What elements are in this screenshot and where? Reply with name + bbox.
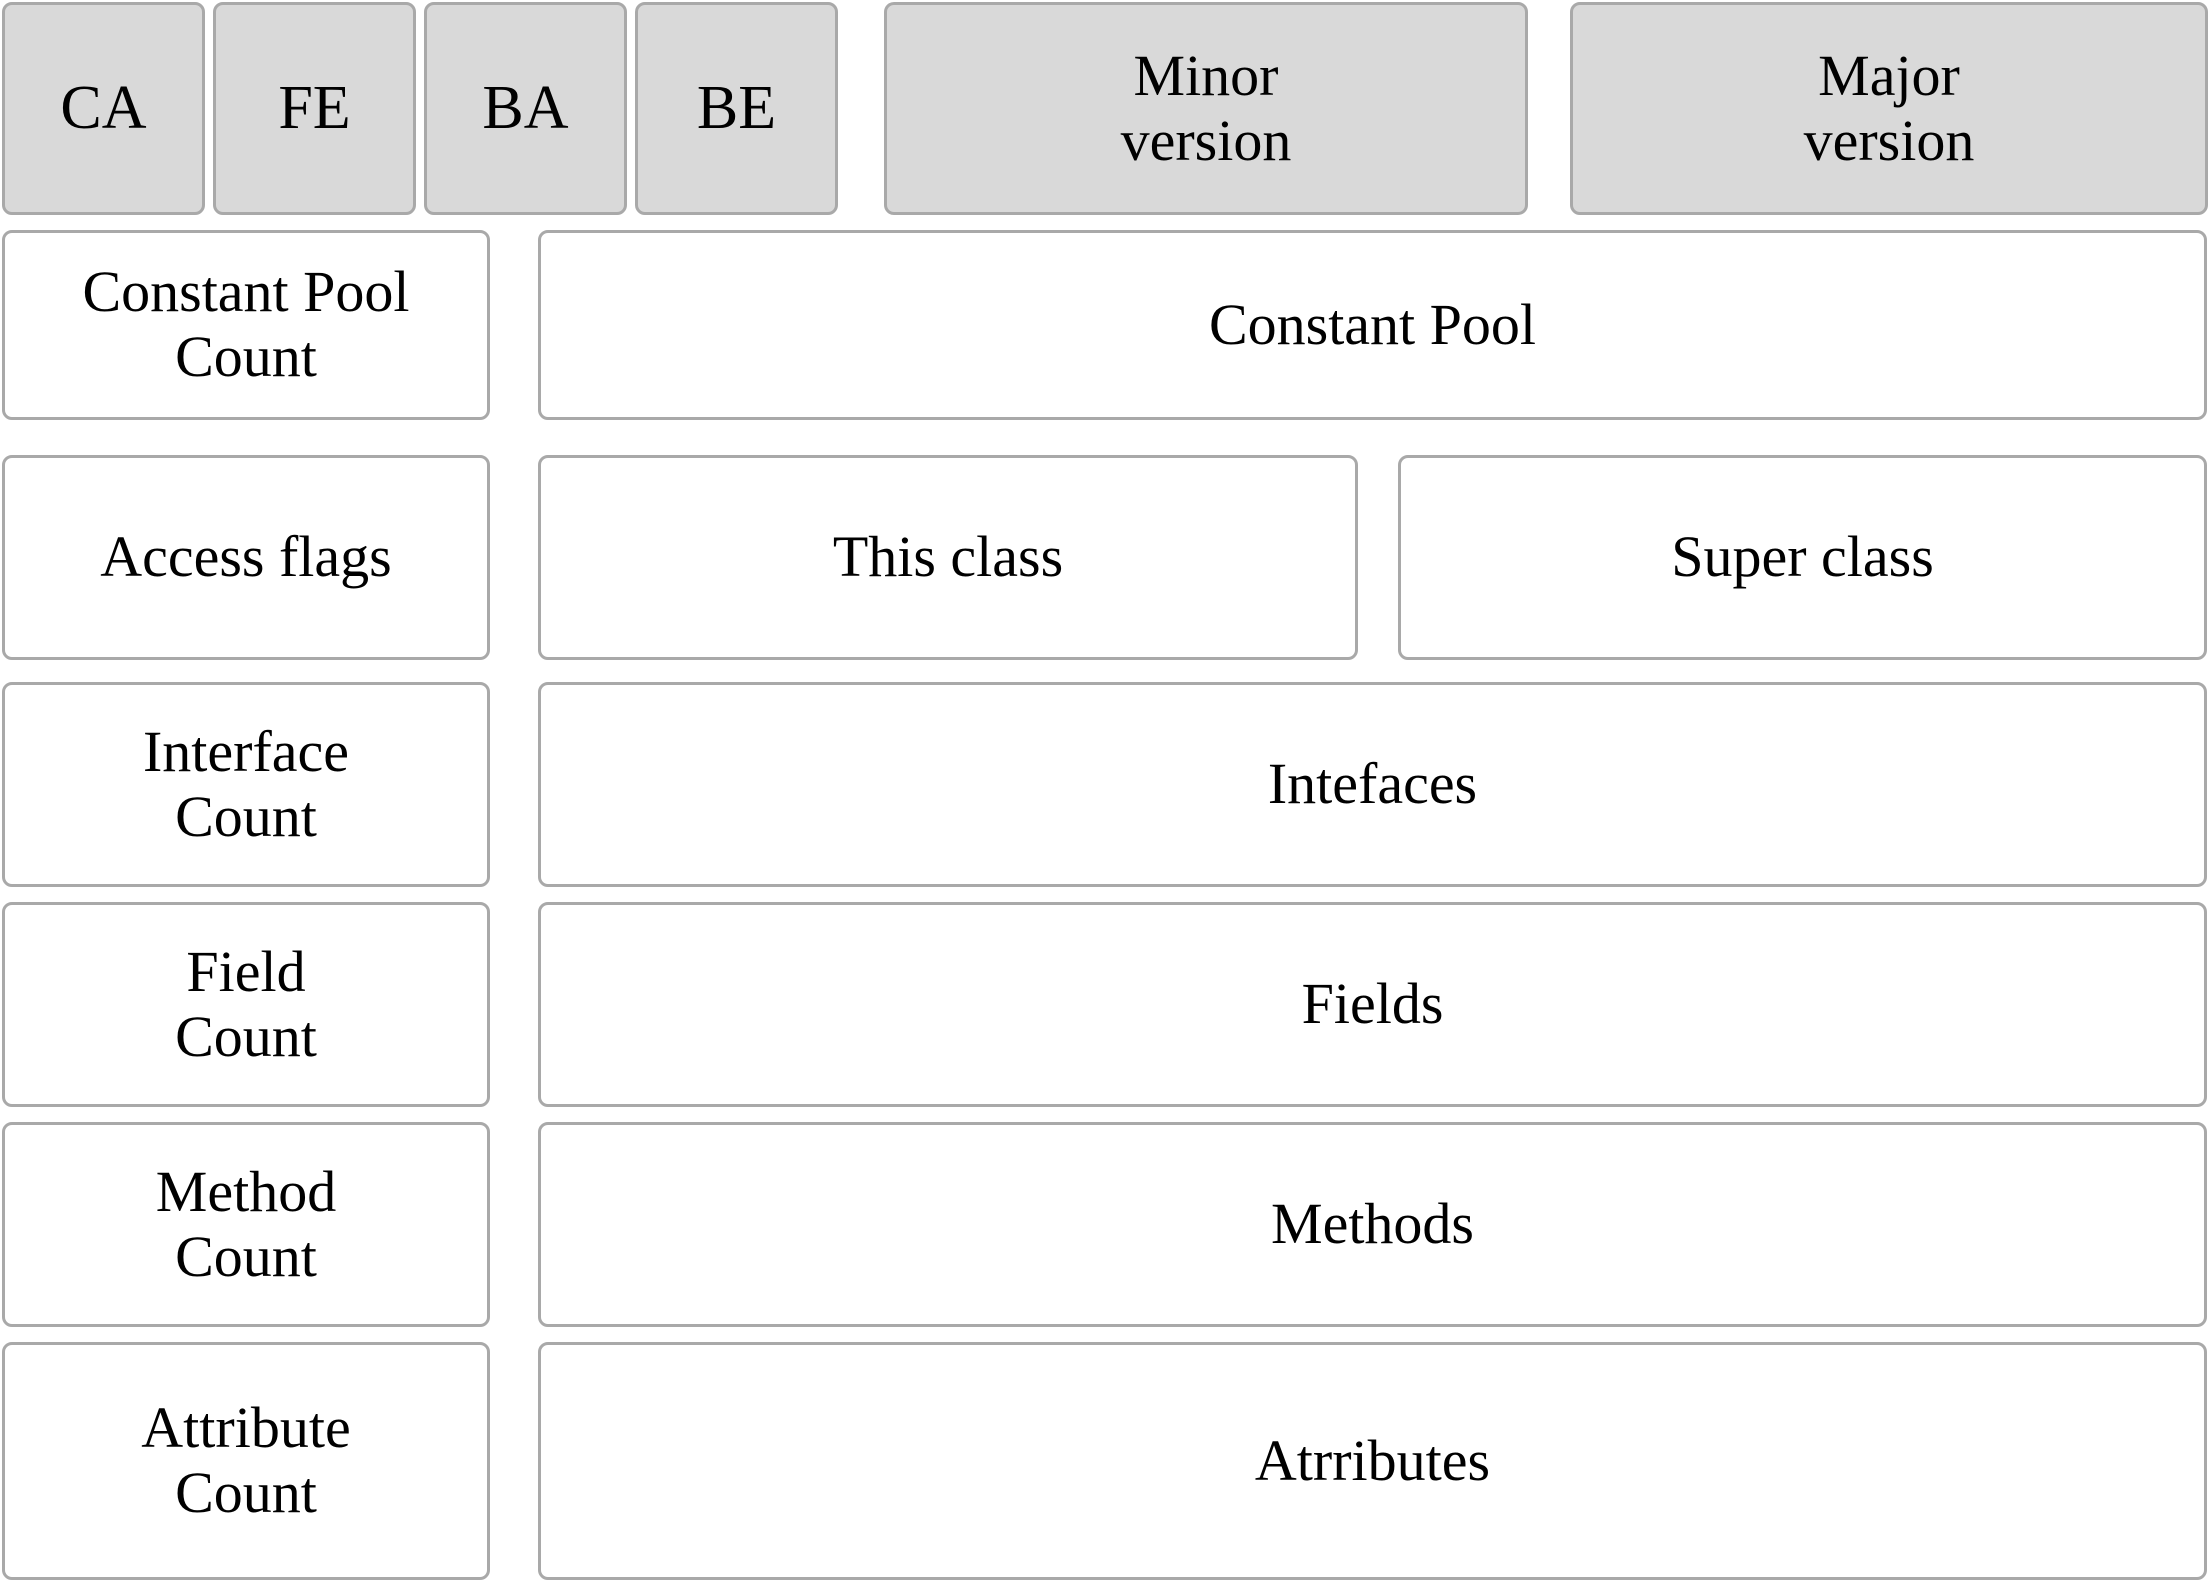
magic-byte-fe-box: FE (213, 2, 416, 215)
attribute-count-label: Attribute Count (141, 1395, 351, 1525)
this-class-label: This class (832, 524, 1064, 590)
minor-version-label: Minor version (1120, 42, 1292, 173)
class-references-row: Access flags This class Super class (0, 455, 2212, 660)
constant-pool-row: Constant Pool Count Constant Pool (0, 230, 2212, 420)
magic-byte-be-label: BE (696, 73, 777, 142)
major-version-label: Major version (1803, 42, 1975, 173)
interface-count-label: Interface Count (142, 718, 350, 849)
magic-byte-ba-label: BA (482, 73, 569, 142)
field-count-label: Field Count (175, 938, 317, 1069)
magic-byte-be-box: BE (635, 2, 838, 215)
constant-pool-count-box: Constant Pool Count (2, 230, 490, 420)
constant-pool-label: Constant Pool (1208, 291, 1537, 357)
field-count-box: Field Count (2, 902, 490, 1107)
interfaces-row: Interface Count Intefaces (0, 682, 2212, 887)
super-class-label: Super class (1671, 524, 1934, 590)
magic-and-version-row: CA FE BA BE Minor version Major version (0, 2, 2212, 215)
interface-count-box: Interface Count (2, 682, 490, 887)
magic-byte-ca-box: CA (2, 2, 205, 215)
interfaces-label: Intefaces (1267, 751, 1478, 817)
magic-byte-fe-label: FE (278, 73, 351, 142)
access-flags-label: Access flags (100, 524, 392, 590)
methods-box: Methods (538, 1122, 2207, 1327)
method-count-label: Method Count (155, 1158, 337, 1289)
fields-label: Fields (1301, 971, 1444, 1037)
method-count-box: Method Count (2, 1122, 490, 1327)
constant-pool-count-label: Constant Pool Count (82, 259, 410, 389)
fields-row: Field Count Fields (0, 902, 2212, 1107)
magic-byte-ca-label: CA (60, 73, 147, 142)
methods-row: Method Count Methods (0, 1122, 2212, 1327)
class-file-structure-diagram: CA FE BA BE Minor version Major version … (0, 0, 2212, 1583)
major-version-box: Major version (1570, 2, 2208, 215)
interfaces-box: Intefaces (538, 682, 2207, 887)
magic-byte-ba-box: BA (424, 2, 627, 215)
super-class-box: Super class (1398, 455, 2207, 660)
access-flags-box: Access flags (2, 455, 490, 660)
minor-version-box: Minor version (884, 2, 1528, 215)
attributes-box: Atrributes (538, 1342, 2207, 1580)
methods-label: Methods (1271, 1191, 1474, 1257)
attribute-count-box: Attribute Count (2, 1342, 490, 1580)
fields-box: Fields (538, 902, 2207, 1107)
attributes-row: Attribute Count Atrributes (0, 1342, 2212, 1583)
this-class-box: This class (538, 455, 1358, 660)
constant-pool-box: Constant Pool (538, 230, 2207, 420)
attributes-label: Atrributes (1254, 1427, 1491, 1493)
